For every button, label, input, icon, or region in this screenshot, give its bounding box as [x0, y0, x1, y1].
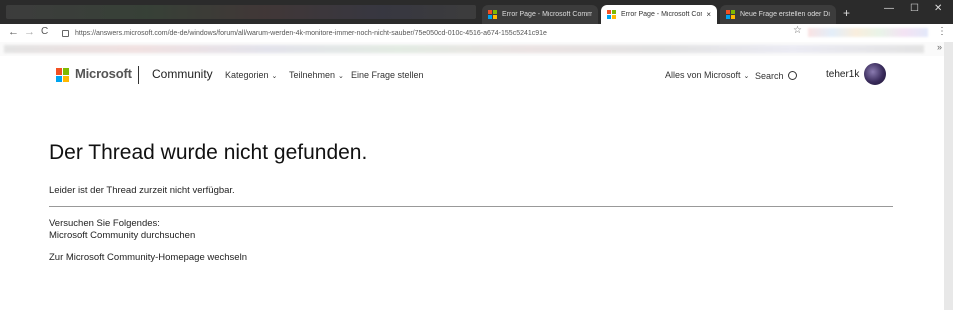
lock-icon: [62, 29, 69, 37]
nav-kategorien-label: Kategorien: [225, 70, 269, 80]
microsoft-brand[interactable]: Microsoft: [75, 66, 132, 81]
extensions-area: [808, 28, 928, 37]
microsoft-favicon-icon: [726, 10, 735, 19]
maximize-button[interactable]: ☐: [910, 3, 919, 14]
nav-kategorien[interactable]: Kategorien ⌄: [225, 70, 277, 80]
minimize-button[interactable]: —: [884, 3, 894, 14]
search-community-link[interactable]: Microsoft Community durchsuchen: [49, 230, 195, 241]
chevron-down-icon: ⌄: [743, 73, 750, 80]
reload-button[interactable]: C: [41, 26, 48, 37]
microsoft-logo-icon[interactable]: [56, 68, 70, 82]
site-header: Microsoft Community Kategorien ⌄ Teilnehm…: [0, 56, 953, 96]
search-label: Search: [755, 71, 784, 81]
content-divider: [49, 206, 893, 207]
close-tab-icon[interactable]: ×: [706, 10, 711, 19]
all-microsoft-menu[interactable]: Alles von Microsoft ⌄: [665, 70, 749, 80]
bookmark-star-icon[interactable]: ☆: [793, 25, 802, 36]
close-window-button[interactable]: ✕: [934, 3, 942, 14]
bookmarks-bar: »: [0, 42, 953, 56]
tab-bar: Error Page - Microsoft Commun Error Page…: [0, 0, 953, 24]
forward-button[interactable]: →: [24, 26, 35, 38]
browser-window: Error Page - Microsoft Commun Error Page…: [0, 0, 953, 310]
nav-teilnehmen-label: Teilnehmen: [289, 70, 336, 80]
nav-teilnehmen[interactable]: Teilnehmen ⌄: [289, 70, 344, 80]
tab-label: Error Page - Microsoft Commun: [621, 11, 702, 18]
tab-error-page-2[interactable]: Error Page - Microsoft Commun ×: [601, 5, 717, 24]
new-tab-button[interactable]: +: [843, 6, 850, 20]
tab-label: Neue Frage erstellen oder Disku: [740, 11, 830, 18]
bookmarks-overflow-icon[interactable]: »: [937, 42, 942, 52]
header-divider: [138, 66, 139, 84]
page-title: Der Thread wurde nicht gefunden.: [49, 141, 368, 164]
scrollbar-track[interactable]: [944, 42, 953, 310]
search-icon: [787, 71, 797, 80]
tab-new-question[interactable]: Neue Frage erstellen oder Disku: [720, 5, 836, 24]
search-button[interactable]: Search: [755, 70, 797, 81]
tab-label: Error Page - Microsoft Commun: [502, 11, 592, 18]
chevron-down-icon: ⌄: [271, 73, 278, 80]
try-heading: Versuchen Sie Folgendes:: [49, 218, 160, 229]
community-home-link[interactable]: Zur Microsoft Community-Homepage wechsel…: [49, 252, 247, 263]
microsoft-favicon-icon: [488, 10, 497, 19]
url-text: https://answers.microsoft.com/de-de/wind…: [75, 29, 547, 37]
browser-menu-icon[interactable]: ⋮: [937, 26, 947, 37]
back-button[interactable]: ←: [8, 26, 19, 38]
all-microsoft-label: Alles von Microsoft: [665, 70, 741, 80]
chevron-down-icon: ⌄: [338, 73, 344, 80]
address-toolbar: ← → C https://answers.microsoft.com/de-d…: [0, 24, 953, 43]
nav-eine-frage-stellen[interactable]: Eine Frage stellen: [351, 70, 424, 80]
avatar[interactable]: [864, 63, 886, 85]
address-bar[interactable]: https://answers.microsoft.com/de-de/wind…: [58, 26, 808, 40]
tab-error-page-1[interactable]: Error Page - Microsoft Commun: [482, 5, 598, 24]
blurred-tabs: [6, 5, 476, 19]
microsoft-favicon-icon: [607, 10, 616, 19]
community-title[interactable]: Community: [152, 67, 213, 81]
username[interactable]: teher1k: [826, 69, 859, 80]
blurred-bookmarks: [4, 45, 924, 53]
error-message: Leider ist der Thread zurzeit nicht verf…: [49, 185, 235, 196]
